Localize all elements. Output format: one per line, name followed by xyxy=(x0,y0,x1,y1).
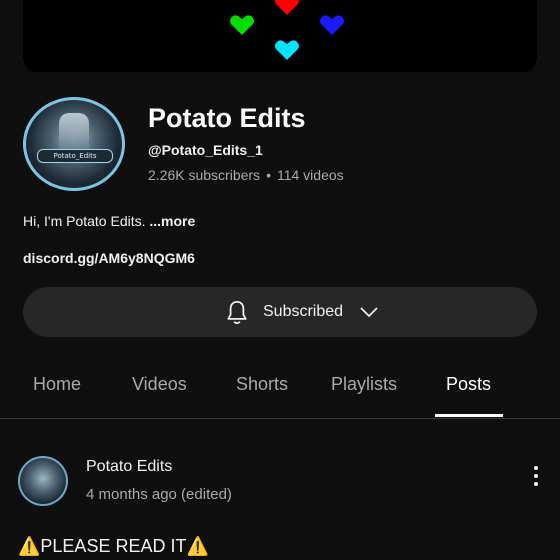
blue-heart-icon xyxy=(320,15,344,36)
channel-avatar[interactable]: Potato_Edits xyxy=(23,97,125,191)
more-link[interactable]: ...more xyxy=(149,213,195,229)
post-timestamp: 4 months ago (edited) xyxy=(86,486,232,503)
post-author-avatar[interactable] xyxy=(18,456,68,506)
channel-tabs: Home Videos Shorts Playlists Posts xyxy=(0,360,560,419)
channel-handle: @Potato_Edits_1 xyxy=(148,142,263,158)
description-text: Hi, I'm Potato Edits. xyxy=(23,213,150,229)
red-heart-icon xyxy=(275,0,299,15)
video-count: 114 videos xyxy=(276,167,344,183)
subscribed-button[interactable]: Subscribed xyxy=(23,287,537,337)
channel-banner xyxy=(23,0,537,72)
chevron-down-icon xyxy=(360,307,378,318)
tab-videos[interactable]: Videos xyxy=(132,374,187,395)
tab-playlists[interactable]: Playlists xyxy=(331,374,397,395)
post-author-name[interactable]: Potato Edits xyxy=(86,458,172,476)
cyan-heart-icon xyxy=(275,40,299,60)
subscriber-count: 2.26K subscribers xyxy=(148,167,261,183)
more-vertical-icon[interactable] xyxy=(530,466,542,494)
tab-shorts[interactable]: Shorts xyxy=(236,374,288,395)
tab-posts[interactable]: Posts xyxy=(446,374,491,395)
channel-stats: 2.26K subscribers • 114 videos xyxy=(148,167,344,183)
green-heart-icon xyxy=(230,15,254,36)
avatar-ring xyxy=(23,97,125,191)
channel-description[interactable]: Hi, I'm Potato Edits. ...more xyxy=(23,213,195,229)
channel-link[interactable]: discord.gg/AM6y8NQGM6 xyxy=(23,250,195,266)
stats-separator: • xyxy=(266,167,271,183)
subscribed-label: Subscribed xyxy=(263,303,344,320)
post-text: ⚠️PLEASE READ IT⚠️ xyxy=(18,536,209,556)
bell-icon xyxy=(227,301,247,325)
active-tab-indicator xyxy=(435,414,503,417)
channel-name: Potato Edits xyxy=(148,103,306,133)
tab-home[interactable]: Home xyxy=(33,374,81,395)
